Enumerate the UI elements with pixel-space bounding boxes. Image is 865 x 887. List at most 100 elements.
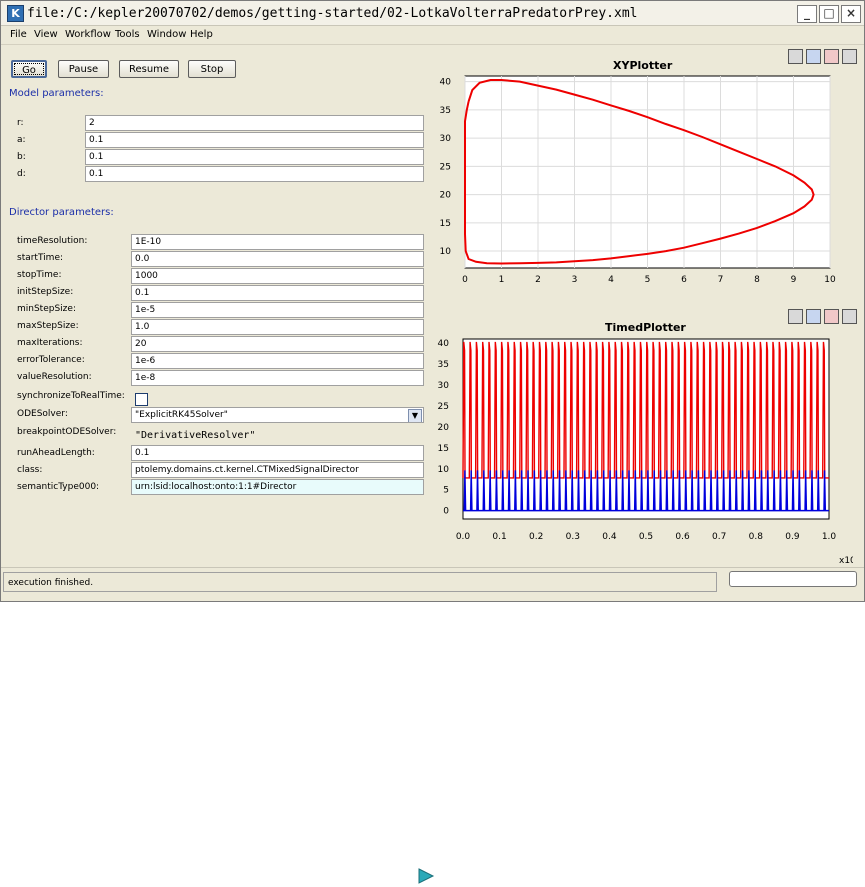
title-bar[interactable]: K file:/C:/kepler20070702/demos/getting-… [1, 1, 864, 26]
kepler-app-icon: K [7, 5, 24, 22]
x-tick-label: 9 [791, 275, 797, 285]
y-tick-label: 30 [440, 134, 452, 144]
close-button[interactable]: × [841, 5, 861, 23]
director-field[interactable]: 1E-10 [131, 234, 424, 250]
y-tick-label: 30 [438, 381, 450, 391]
sync-label: synchronizeToRealTime: [17, 391, 125, 401]
x-tick-label: 0.7 [712, 532, 726, 542]
x-tick-label: 0.3 [566, 532, 580, 542]
maximize-button[interactable]: □ [819, 5, 839, 23]
x-tick-label: 2 [535, 275, 541, 285]
menu-file[interactable]: File [10, 29, 27, 40]
ode-solver-label: ODESolver: [17, 409, 68, 419]
director-field[interactable]: 0.1 [131, 285, 424, 301]
director-field[interactable]: 0.0 [131, 251, 424, 267]
go-button[interactable]: Go [11, 60, 47, 78]
director-label: maxIterations: [17, 338, 83, 348]
director-label: stopTime: [17, 270, 62, 280]
progress-bar [729, 571, 857, 587]
format-icon[interactable] [824, 49, 839, 64]
director-label: initStepSize: [17, 287, 74, 297]
director-field[interactable]: 1.0 [131, 319, 424, 335]
director-label: runAheadLength: [17, 448, 95, 458]
param-field-b[interactable]: 0.1 [85, 149, 424, 165]
reset-axes-icon[interactable] [806, 49, 821, 64]
director-field[interactable]: ptolemy.domains.ct.kernel.CTMixedSignalD… [131, 462, 424, 478]
menu-window[interactable]: Window [147, 29, 186, 40]
x-tick-label: 6 [681, 275, 687, 285]
x-tick-label: 0.1 [492, 532, 506, 542]
pause-button[interactable]: Pause [58, 60, 109, 78]
fill-icon[interactable] [842, 309, 857, 324]
window-title: file:/C:/kepler20070702/demos/getting-st… [27, 6, 638, 21]
x-tick-label: 0.0 [456, 532, 471, 542]
x-tick-label: 5 [645, 275, 651, 285]
sync-checkbox[interactable] [135, 393, 148, 406]
chevron-down-icon[interactable]: ▼ [408, 409, 422, 422]
x-tick-label: 1.0 [822, 532, 837, 542]
director-field[interactable]: urn:lsid:localhost:onto:1:1#Director [131, 479, 424, 495]
menu-help[interactable]: Help [190, 29, 213, 40]
model-parameters-heading: Model parameters: [9, 88, 104, 99]
ode-solver-value: "ExplicitRK45Solver" [135, 410, 228, 420]
timedplotter-chart: 0.0 0.1 0.2 0.3 0.4 0.5 0.6 0.7 0.8 0.9 1.0 0 5 10 15 2… [438, 338, 853, 565]
director-field[interactable]: 1e-5 [131, 302, 424, 318]
menu-workflow[interactable]: Workflow [65, 29, 111, 40]
director-label: timeResolution: [17, 236, 88, 246]
x-multiplier-label: x10 [839, 556, 853, 565]
director-field[interactable]: 1000 [131, 268, 424, 284]
stop-button[interactable]: Stop [188, 60, 236, 78]
y-tick-label: 10 [440, 247, 452, 257]
director-field[interactable]: 0.1 [131, 445, 424, 461]
resume-button[interactable]: Resume [119, 60, 179, 78]
format-icon[interactable] [824, 309, 839, 324]
param-field-r[interactable]: 2 [85, 115, 424, 131]
fill-icon[interactable] [842, 49, 857, 64]
y-tick-label: 40 [440, 78, 452, 88]
director-field[interactable]: 1e-8 [131, 370, 424, 386]
ode-solver-select[interactable]: "ExplicitRK45Solver" ▼ [131, 407, 424, 423]
director-field[interactable]: 1e-6 [131, 353, 424, 369]
x-tick-label: 0.8 [749, 532, 764, 542]
x-tick-label: 0 [462, 275, 468, 285]
param-field-a[interactable]: 0.1 [85, 132, 424, 148]
y-tick-label: 5 [443, 486, 449, 496]
print-icon[interactable] [788, 309, 803, 324]
x-tick-label: 10 [824, 275, 836, 285]
menu-bar: File View Workflow Tools Window Help [1, 26, 864, 45]
breakpoint-value: "DerivativeResolver" [135, 430, 256, 441]
reset-axes-icon[interactable] [806, 309, 821, 324]
menu-view[interactable]: View [34, 29, 58, 40]
y-tick-label: 25 [440, 162, 451, 172]
x-tick-label: 0.5 [639, 532, 653, 542]
x-tick-label: 8 [754, 275, 760, 285]
x-tick-label: 0.2 [529, 532, 543, 542]
y-tick-label: 15 [438, 444, 449, 454]
director-label: minStepSize: [17, 304, 76, 314]
y-tick-label: 0 [443, 507, 449, 517]
y-tick-label: 35 [438, 360, 449, 370]
menu-tools[interactable]: Tools [115, 29, 140, 40]
director-parameters-heading: Director parameters: [9, 207, 114, 218]
director-label: class: [17, 465, 43, 475]
director-label: startTime: [17, 253, 64, 263]
director-label: valueResolution: [17, 372, 92, 382]
y-tick-label: 10 [438, 465, 450, 475]
play-icon[interactable] [417, 868, 435, 884]
director-label: semanticType000: [17, 482, 100, 492]
y-tick-label: 25 [438, 402, 449, 412]
param-label-b: b: [17, 152, 26, 162]
director-field[interactable]: 20 [131, 336, 424, 352]
minimize-button[interactable]: _ [797, 5, 817, 23]
y-tick-label: 40 [438, 339, 450, 349]
print-icon[interactable] [788, 49, 803, 64]
x-tick-label: 1 [499, 275, 505, 285]
y-tick-label: 20 [440, 191, 452, 201]
param-field-d[interactable]: 0.1 [85, 166, 424, 182]
xyplotter-chart: 0 1 2 3 4 5 6 7 8 9 10 10 15 20 25 30 35 40 [440, 75, 836, 285]
x-tick-label: 4 [608, 275, 614, 285]
status-bar: execution finished. [1, 567, 864, 601]
breakpoint-label: breakpointODESolver: [17, 427, 117, 437]
y-tick-label: 20 [438, 423, 450, 433]
y-tick-label: 15 [440, 219, 451, 229]
